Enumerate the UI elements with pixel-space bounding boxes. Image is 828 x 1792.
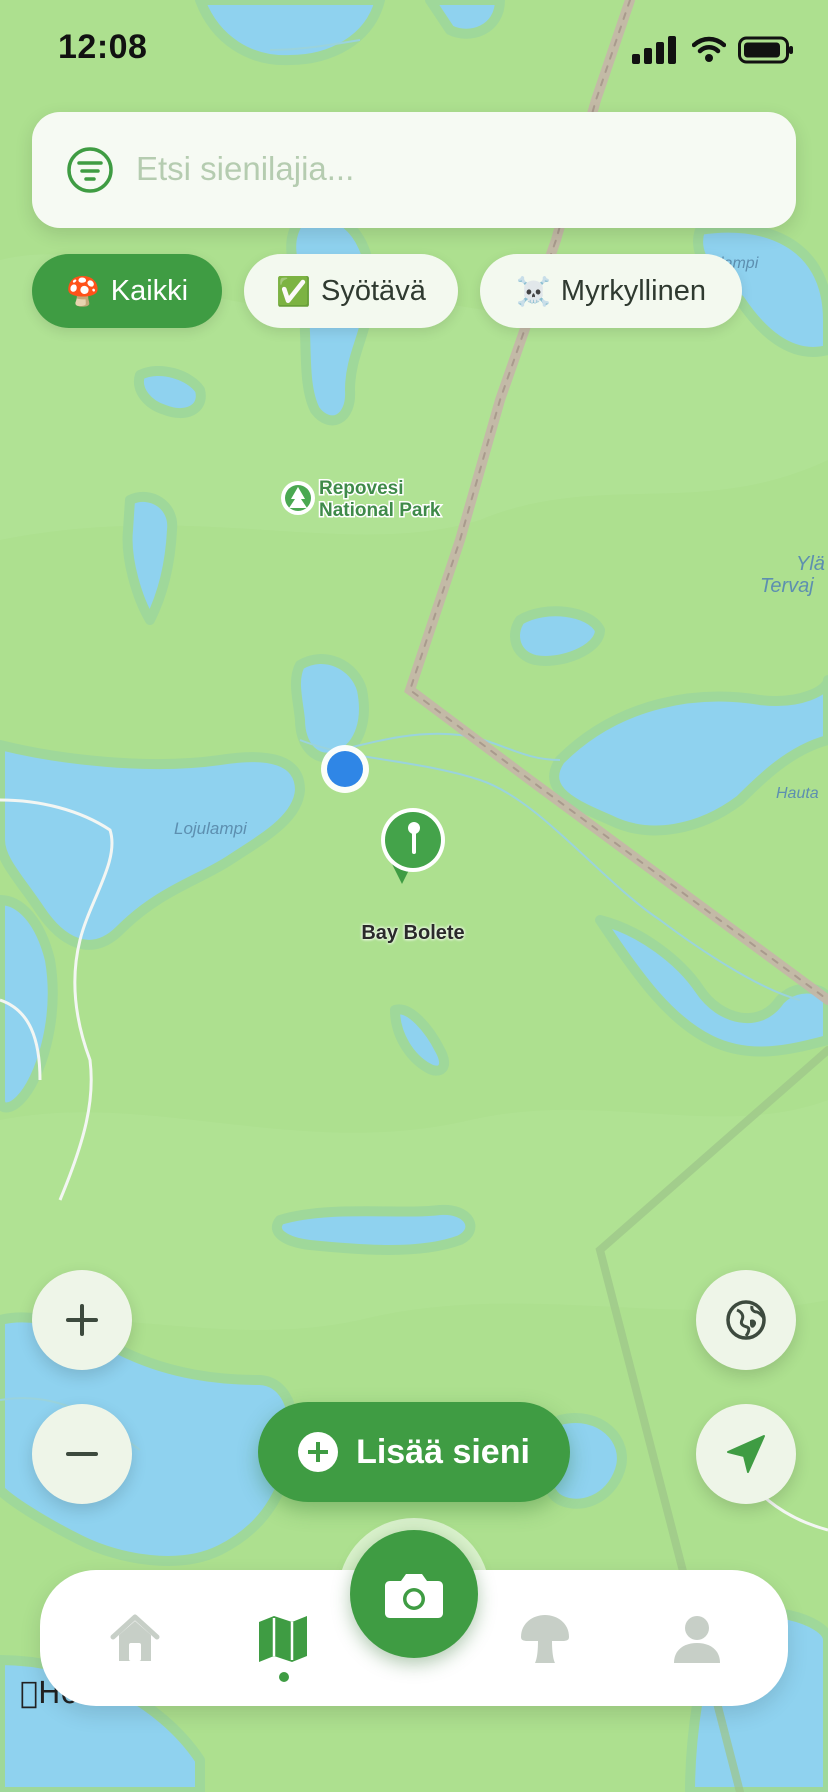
tab-profile[interactable]	[662, 1604, 732, 1674]
camera-icon	[385, 1574, 443, 1618]
lake-label: Hauta	[776, 785, 819, 802]
user-location-dot	[321, 745, 369, 793]
locate-me-button[interactable]	[696, 1404, 796, 1504]
add-mushroom-button[interactable]: Lisää sieni	[258, 1402, 570, 1502]
pin-label[interactable]: Bay Bolete	[300, 922, 526, 945]
add-mushroom-label: Lisää sieni	[356, 1432, 530, 1471]
status-bar: 12:08	[0, 0, 828, 100]
skull-emoji-icon: ☠️	[516, 274, 551, 308]
globe-icon	[726, 1300, 766, 1340]
map-type-button[interactable]	[696, 1270, 796, 1370]
battery-icon	[738, 36, 793, 64]
filter-chip-label: Kaikki	[110, 274, 189, 307]
lake-label: Tervaj	[760, 575, 814, 597]
filter-chip-label: Myrkyllinen	[560, 274, 706, 307]
map-icon	[259, 1616, 307, 1662]
active-tab-indicator	[279, 1672, 289, 1682]
zoom-in-button[interactable]	[32, 1270, 132, 1370]
signal-icon	[632, 36, 676, 64]
filter-chip-all[interactable]: 🍄 Kaikki	[32, 254, 222, 328]
poi-name-line2: National Park	[319, 500, 441, 521]
minus-icon	[66, 1452, 98, 1456]
filter-chip-poisonous[interactable]: ☠️ Myrkyllinen	[480, 254, 742, 328]
mushroom-emoji-icon: 🍄	[65, 274, 101, 308]
check-emoji-icon: ✅	[276, 274, 312, 308]
lake-label: Ylä	[796, 553, 825, 575]
home-icon	[110, 1614, 160, 1661]
tab-map[interactable]	[248, 1604, 318, 1674]
filter-chip-label: Syötävä	[321, 274, 426, 307]
lake-label: Lojulampi	[174, 819, 248, 838]
tab-home[interactable]	[100, 1604, 170, 1674]
tab-mushrooms[interactable]	[510, 1604, 580, 1674]
filter-chip-edible[interactable]: ✅ Syötävä	[244, 254, 458, 328]
plus-icon	[66, 1304, 98, 1336]
plus-circle-icon	[298, 1432, 339, 1472]
camera-button[interactable]	[350, 1530, 478, 1658]
poi-name-line1: Repovesi	[319, 478, 403, 499]
navigation-arrow-icon	[727, 1435, 765, 1473]
wifi-icon	[692, 36, 726, 62]
filter-lines-icon[interactable]	[66, 146, 114, 194]
profile-icon	[674, 1616, 720, 1663]
status-icons	[630, 34, 794, 66]
search-bar[interactable]: Etsi sienilajia...	[32, 112, 796, 228]
search-input[interactable]: Etsi sienilajia...	[136, 150, 354, 188]
zoom-out-button[interactable]	[32, 1404, 132, 1504]
status-time: 12:08	[58, 28, 148, 66]
apple-logo-icon: 	[20, 1676, 38, 1711]
mushroom-icon	[521, 1615, 569, 1663]
